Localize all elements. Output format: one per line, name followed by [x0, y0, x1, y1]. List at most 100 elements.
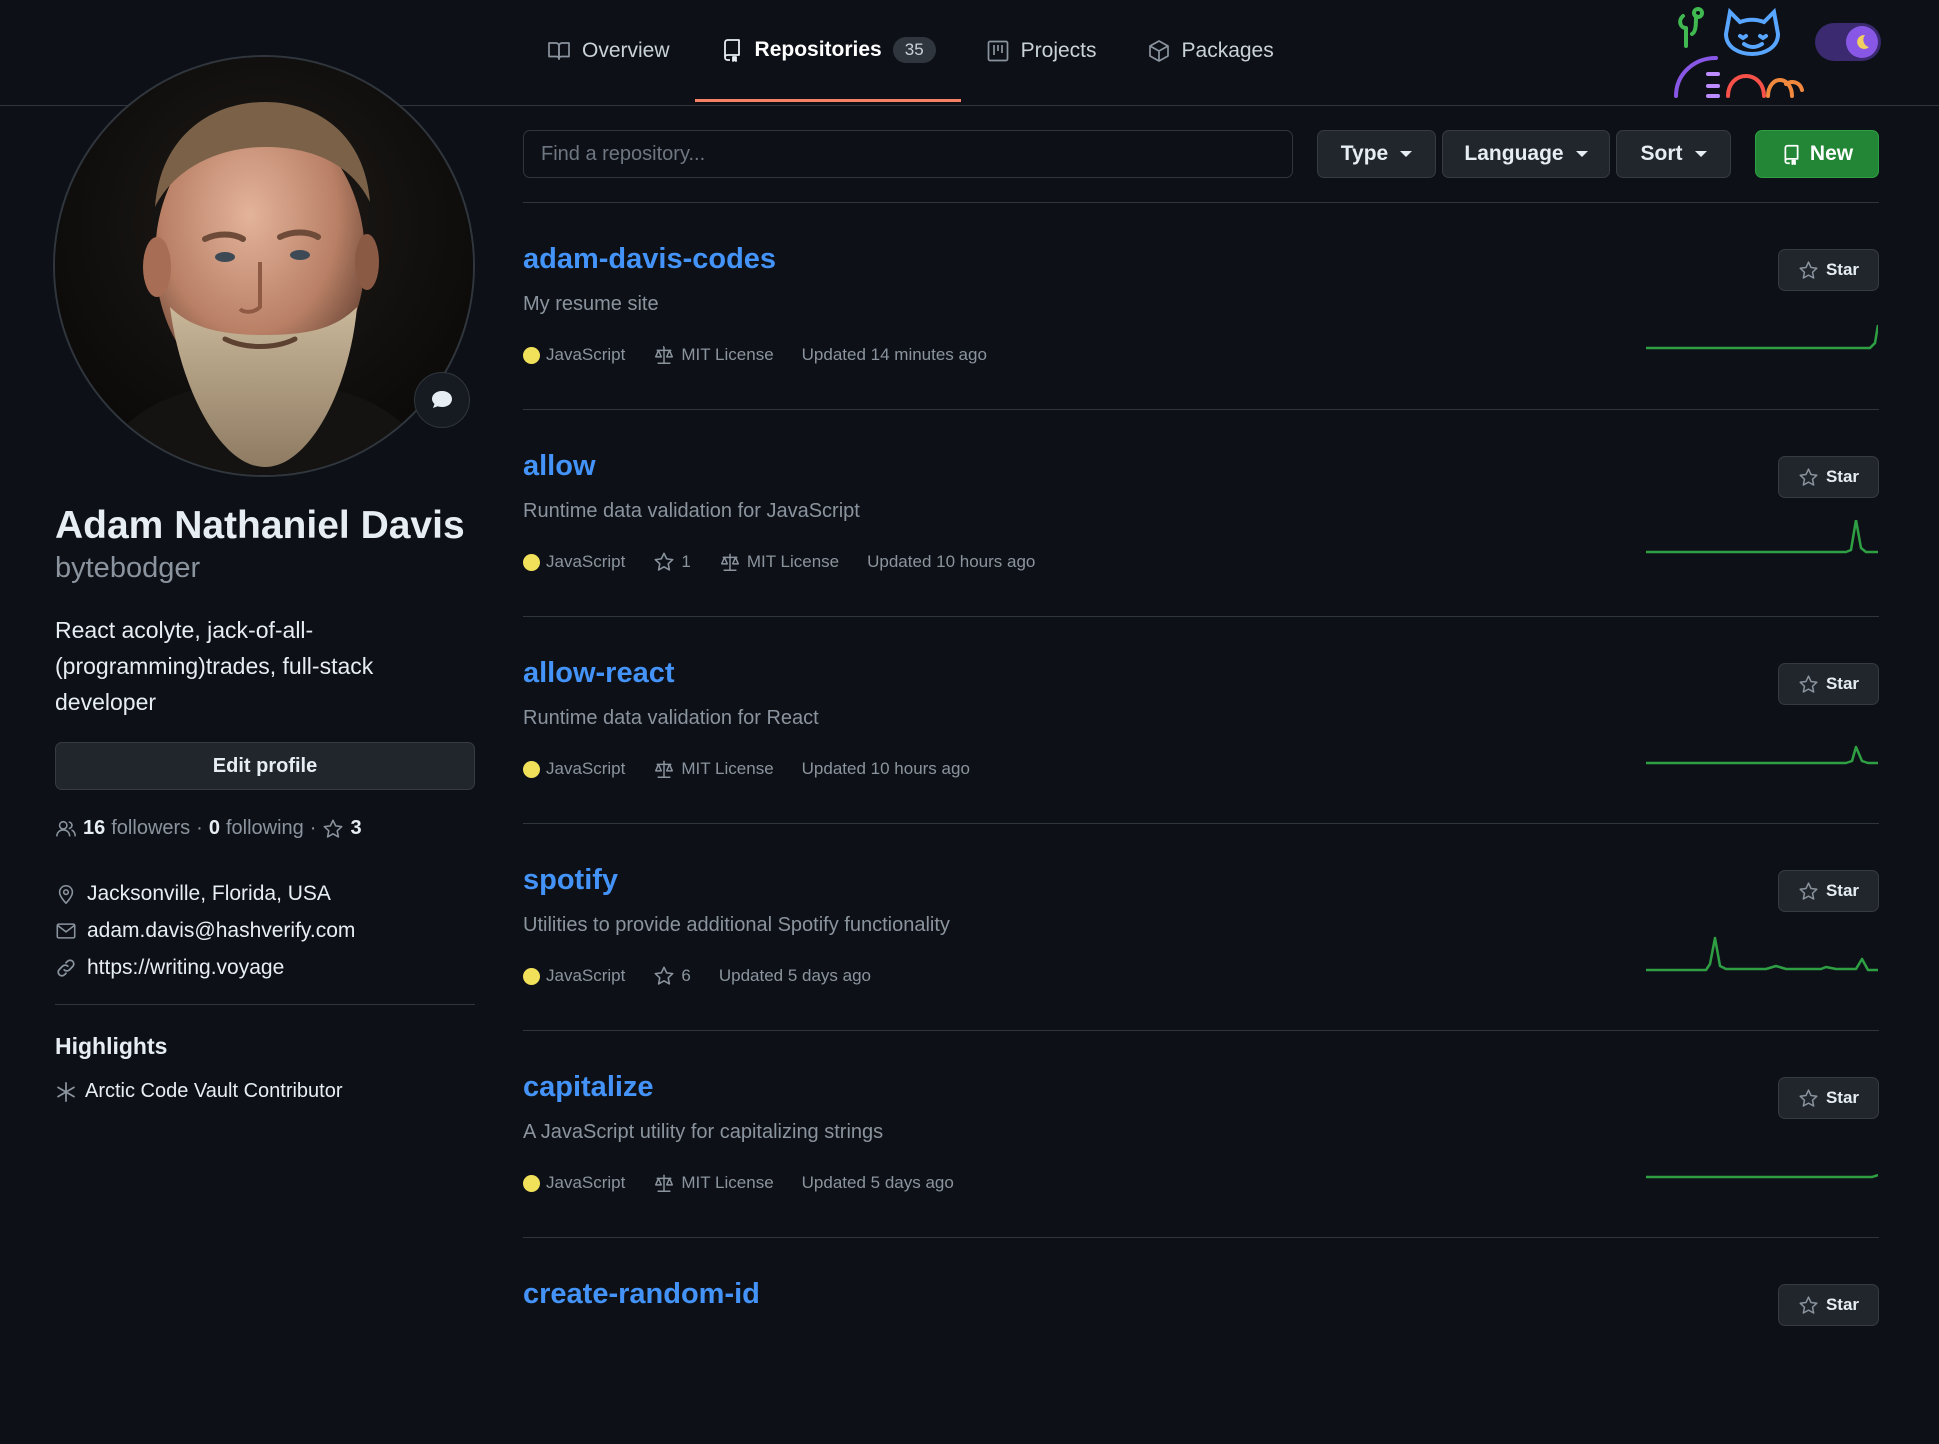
tab-overview[interactable]: Overview — [522, 0, 695, 102]
theme-toggle[interactable] — [1815, 23, 1881, 61]
repo-name-link[interactable]: create-random-id — [523, 1278, 760, 1311]
license-text: MIT License — [681, 345, 774, 364]
repo-updated: Updated 5 days ago — [718, 966, 872, 985]
mascot-illustration-icon — [1674, 7, 1804, 98]
repo-meta: JavaScript 6 Updated 5 days ago — [523, 965, 899, 987]
followers-count[interactable]: 16 — [83, 817, 105, 840]
language-name: JavaScript — [546, 552, 626, 571]
language-color-dot — [523, 1174, 540, 1192]
location-text: Jacksonville, Florida, USA — [87, 881, 331, 905]
repo-icon — [1784, 144, 1799, 165]
star-button[interactable]: Star — [1778, 663, 1879, 705]
activity-sparkline — [1646, 1173, 1878, 1179]
repo-language: JavaScript — [523, 1173, 625, 1193]
repo-updated: Updated 14 minutes ago — [801, 345, 987, 364]
repo-name-link[interactable]: spotify — [523, 864, 618, 897]
separator-dot: · — [309, 817, 317, 839]
repo-language: JavaScript — [523, 759, 625, 779]
repo-name-link[interactable]: allow-react — [523, 657, 675, 690]
repo-language: JavaScript — [523, 966, 625, 986]
repo-language: JavaScript — [523, 552, 625, 572]
repo-name-link[interactable]: adam-davis-codes — [523, 243, 776, 276]
repo-updated: Updated 10 hours ago — [867, 552, 1036, 571]
activity-sparkline — [1646, 520, 1878, 554]
package-icon — [1148, 40, 1169, 62]
profile-full-name: Adam Nathaniel Davis — [55, 504, 465, 547]
language-filter-label: Language — [1464, 142, 1564, 165]
avatar[interactable] — [55, 57, 473, 475]
followers-link[interactable]: followers — [111, 817, 190, 840]
repo-stars[interactable]: 6 — [653, 965, 691, 987]
license-text: MIT License — [681, 759, 774, 778]
tab-projects[interactable]: Projects — [961, 0, 1122, 102]
vcard-details: Jacksonville, Florida, USA adam.davis@ha… — [55, 875, 355, 986]
star-count: 1 — [681, 552, 691, 571]
tab-list: Overview Repositories 35 Projects Packag… — [522, 0, 1299, 105]
repo-license: MIT License — [719, 551, 839, 573]
sort-button[interactable]: Sort — [1616, 130, 1731, 178]
set-status-button[interactable] — [414, 372, 470, 428]
star-button[interactable]: Star — [1778, 1077, 1879, 1119]
star-icon — [654, 552, 674, 571]
repo-name-link[interactable]: capitalize — [523, 1071, 654, 1104]
activity-sparkline — [1646, 324, 1878, 350]
star-icon — [1799, 881, 1818, 900]
star-count: 6 — [681, 966, 691, 985]
star-button[interactable]: Star — [1778, 1284, 1879, 1326]
website-link[interactable]: https://writing.voyage — [87, 956, 284, 980]
edit-profile-button[interactable]: Edit profile — [55, 742, 475, 790]
type-filter-label: Type — [1340, 142, 1389, 165]
repo-meta: JavaScript MIT License Updated 10 hours … — [523, 758, 998, 780]
repo-license: MIT License — [653, 758, 774, 780]
repo-description: My resume site — [523, 293, 659, 315]
law-scale-icon — [655, 1174, 674, 1192]
location-item: Jacksonville, Florida, USA — [55, 875, 355, 912]
highlight-item[interactable]: Arctic Code Vault Contributor — [55, 1080, 343, 1103]
star-button[interactable]: Star — [1778, 870, 1879, 912]
snowflake-icon — [57, 1081, 75, 1102]
activity-sparkline — [1646, 936, 1878, 972]
tab-repositories[interactable]: Repositories 35 — [694, 0, 961, 102]
sort-label: Sort — [1640, 142, 1683, 165]
star-icon — [323, 819, 343, 838]
caret-down-icon — [1694, 151, 1707, 157]
star-button[interactable]: Star — [1778, 456, 1879, 498]
star-label: Star — [1825, 467, 1860, 486]
email-link[interactable]: adam.davis@hashverify.com — [87, 919, 355, 943]
repo-meta: JavaScript 1 MIT License Updated 10 hour… — [523, 551, 1063, 573]
tab-packages[interactable]: Packages — [1122, 0, 1299, 102]
language-name: JavaScript — [546, 759, 626, 778]
link-icon — [57, 958, 75, 977]
star-button[interactable]: Star — [1778, 249, 1879, 291]
law-scale-icon — [720, 553, 739, 571]
repo-search-input[interactable] — [523, 130, 1293, 178]
repo-item: capitalize A JavaScript utility for capi… — [523, 1031, 1879, 1238]
people-icon — [56, 820, 76, 836]
type-filter-button[interactable]: Type — [1317, 130, 1436, 178]
activity-sparkline — [1646, 745, 1878, 765]
repo-meta: JavaScript MIT License Updated 5 days ag… — [523, 1172, 982, 1194]
following-count[interactable]: 0 — [209, 817, 220, 840]
repo-count-badge: 35 — [892, 36, 936, 63]
following-link[interactable]: following — [226, 817, 304, 840]
starred-count[interactable]: 3 — [350, 817, 361, 840]
new-repository-button[interactable]: New — [1755, 130, 1879, 178]
language-color-dot — [523, 967, 540, 985]
star-icon — [654, 966, 674, 985]
repo-name-link[interactable]: allow — [523, 450, 596, 483]
location-pin-icon — [58, 884, 74, 904]
repo-stars[interactable]: 1 — [653, 551, 691, 573]
email-item[interactable]: adam.davis@hashverify.com — [55, 912, 355, 949]
tab-label: Repositories — [754, 37, 882, 61]
repo-description: Runtime data validation for JavaScript — [523, 500, 860, 522]
highlights-heading: Highlights — [55, 1033, 168, 1059]
repo-item: adam-davis-codes My resume site JavaScri… — [523, 203, 1879, 410]
repo-language: JavaScript — [523, 345, 625, 365]
tab-label: Overview — [582, 39, 670, 62]
website-item[interactable]: https://writing.voyage — [55, 949, 355, 986]
profile-bio: React acolyte, jack-of-all-(programming)… — [55, 617, 374, 715]
repo-item: create-random-id Star — [523, 1238, 1879, 1444]
language-filter-button[interactable]: Language — [1442, 130, 1610, 178]
repo-icon — [723, 38, 740, 62]
repo-description: Runtime data validation for React — [523, 707, 819, 729]
